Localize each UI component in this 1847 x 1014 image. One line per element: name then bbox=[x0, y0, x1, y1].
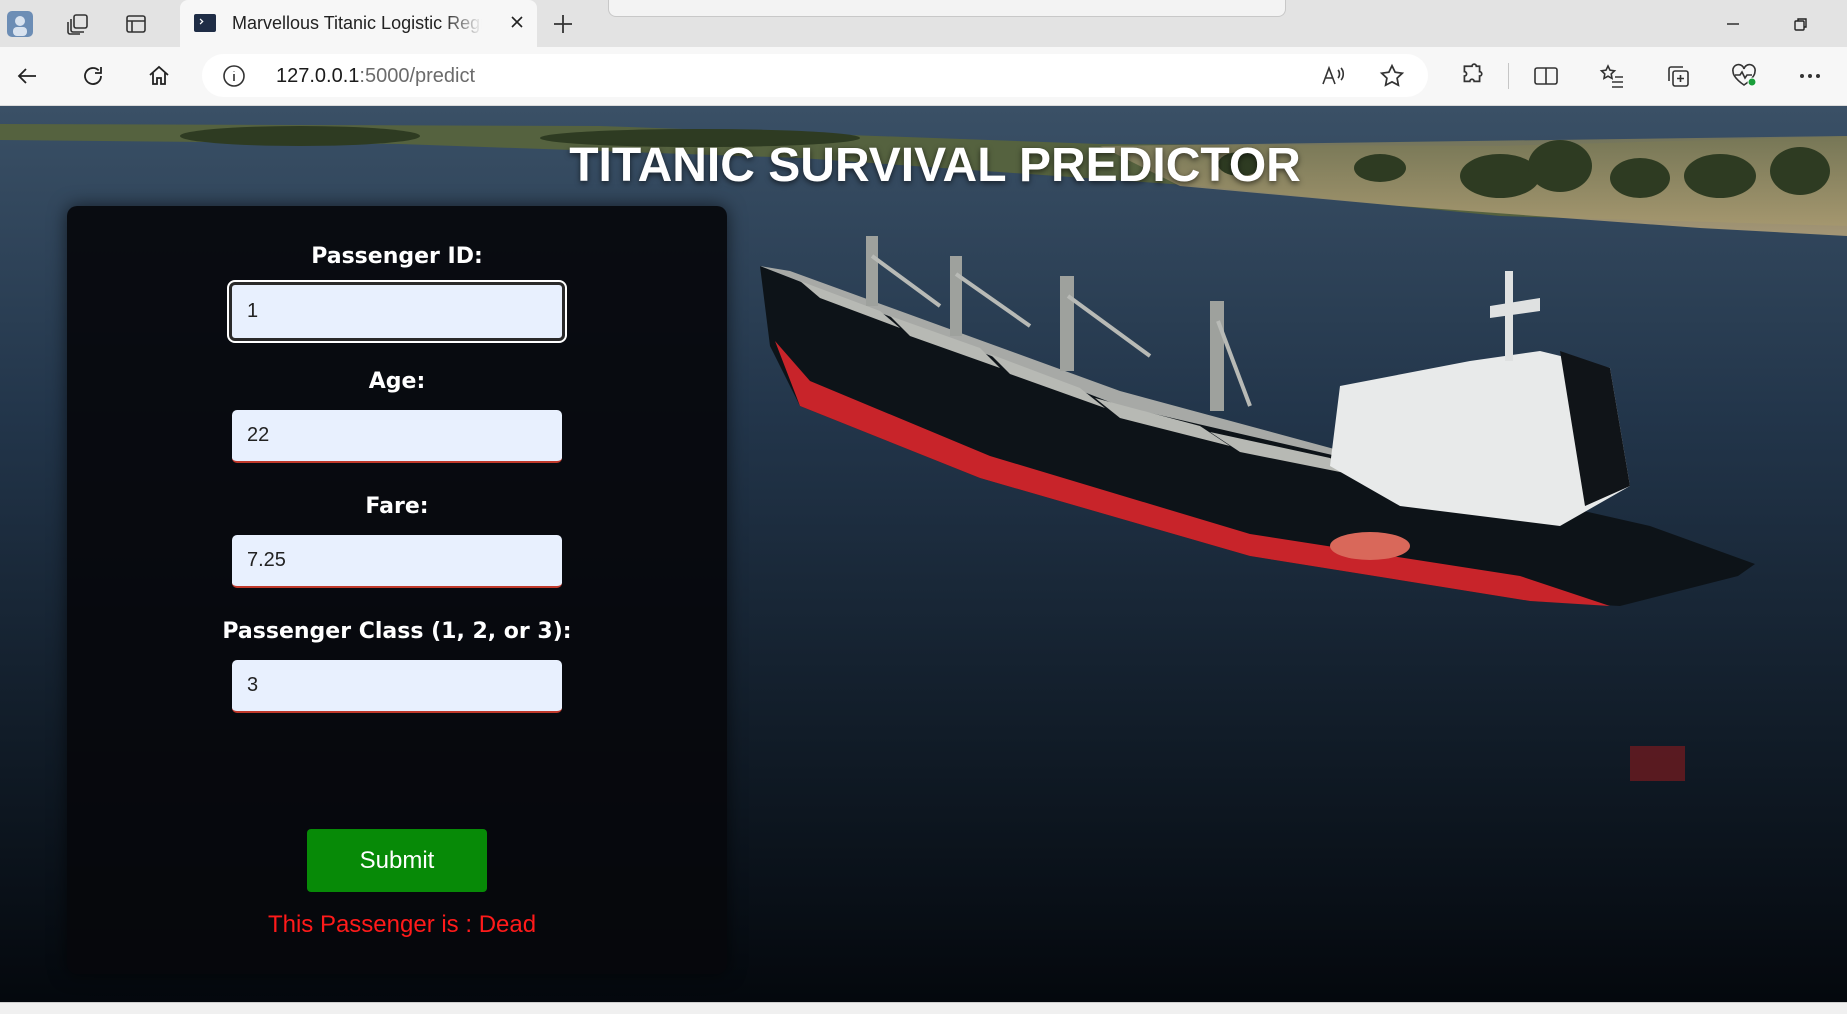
close-icon[interactable] bbox=[505, 10, 529, 34]
passenger-class-label: Passenger Class (1, 2, or 3): bbox=[222, 619, 572, 644]
submit-button[interactable]: Submit bbox=[307, 829, 487, 892]
url-text[interactable]: 127.0.0.1:5000/predict bbox=[276, 65, 475, 88]
age-label: Age: bbox=[368, 369, 426, 394]
toolbar-divider bbox=[1508, 63, 1509, 89]
fare-label: Fare: bbox=[365, 494, 429, 519]
url-host: 127.0.0.1 bbox=[276, 65, 360, 87]
overlay-popup-edge bbox=[608, 0, 1286, 17]
info-icon[interactable] bbox=[222, 64, 246, 88]
browser-tab-active[interactable]: Marvellous Titanic Logistic Regression bbox=[180, 0, 537, 47]
web-page: TITANIC SURVIVAL PREDICTOR Passenger ID:… bbox=[0, 106, 1847, 1002]
prediction-form: Passenger ID: Age: Fare: Passenger Class… bbox=[67, 206, 727, 974]
age-input[interactable] bbox=[232, 410, 562, 463]
passenger-class-input[interactable] bbox=[232, 660, 562, 713]
browser-toolbar: 127.0.0.1:5000/predict bbox=[0, 47, 1847, 106]
passenger-id-input[interactable] bbox=[229, 282, 565, 341]
heart-pulse-icon[interactable] bbox=[1726, 59, 1762, 93]
refresh-icon[interactable] bbox=[74, 58, 112, 94]
restore-window-icon[interactable] bbox=[1779, 8, 1823, 39]
prediction-result: This Passenger is : Dead bbox=[267, 911, 537, 938]
fare-input[interactable] bbox=[232, 535, 562, 588]
url-path: :5000/predict bbox=[359, 65, 476, 87]
address-bar[interactable]: 127.0.0.1:5000/predict bbox=[202, 54, 1428, 97]
minimize-window-icon[interactable] bbox=[1711, 8, 1755, 39]
workspaces-icon[interactable] bbox=[60, 8, 96, 39]
page-title: TITANIC SURVIVAL PREDICTOR bbox=[569, 139, 1301, 192]
plus-icon[interactable] bbox=[545, 8, 581, 39]
more-dots-icon[interactable] bbox=[1792, 59, 1828, 93]
browser-tab-bar: Marvellous Titanic Logistic Regression bbox=[0, 0, 1847, 47]
tab-title: Marvellous Titanic Logistic Regression bbox=[232, 13, 482, 33]
terminal-favicon-icon bbox=[194, 14, 216, 32]
window-bottom-edge bbox=[0, 1002, 1847, 1014]
collections-icon[interactable] bbox=[1660, 59, 1696, 93]
read-aloud-icon[interactable] bbox=[1318, 62, 1348, 90]
star-icon[interactable] bbox=[1377, 62, 1407, 90]
tab-actions-icon[interactable] bbox=[118, 8, 154, 39]
profile-avatar-icon[interactable] bbox=[2, 8, 38, 39]
home-icon[interactable] bbox=[140, 58, 178, 94]
passenger-id-label: Passenger ID: bbox=[311, 244, 483, 269]
split-screen-icon[interactable] bbox=[1528, 59, 1564, 93]
puzzle-icon[interactable] bbox=[1454, 59, 1490, 93]
back-arrow-icon[interactable] bbox=[8, 58, 46, 94]
favorites-list-icon[interactable] bbox=[1594, 59, 1630, 93]
